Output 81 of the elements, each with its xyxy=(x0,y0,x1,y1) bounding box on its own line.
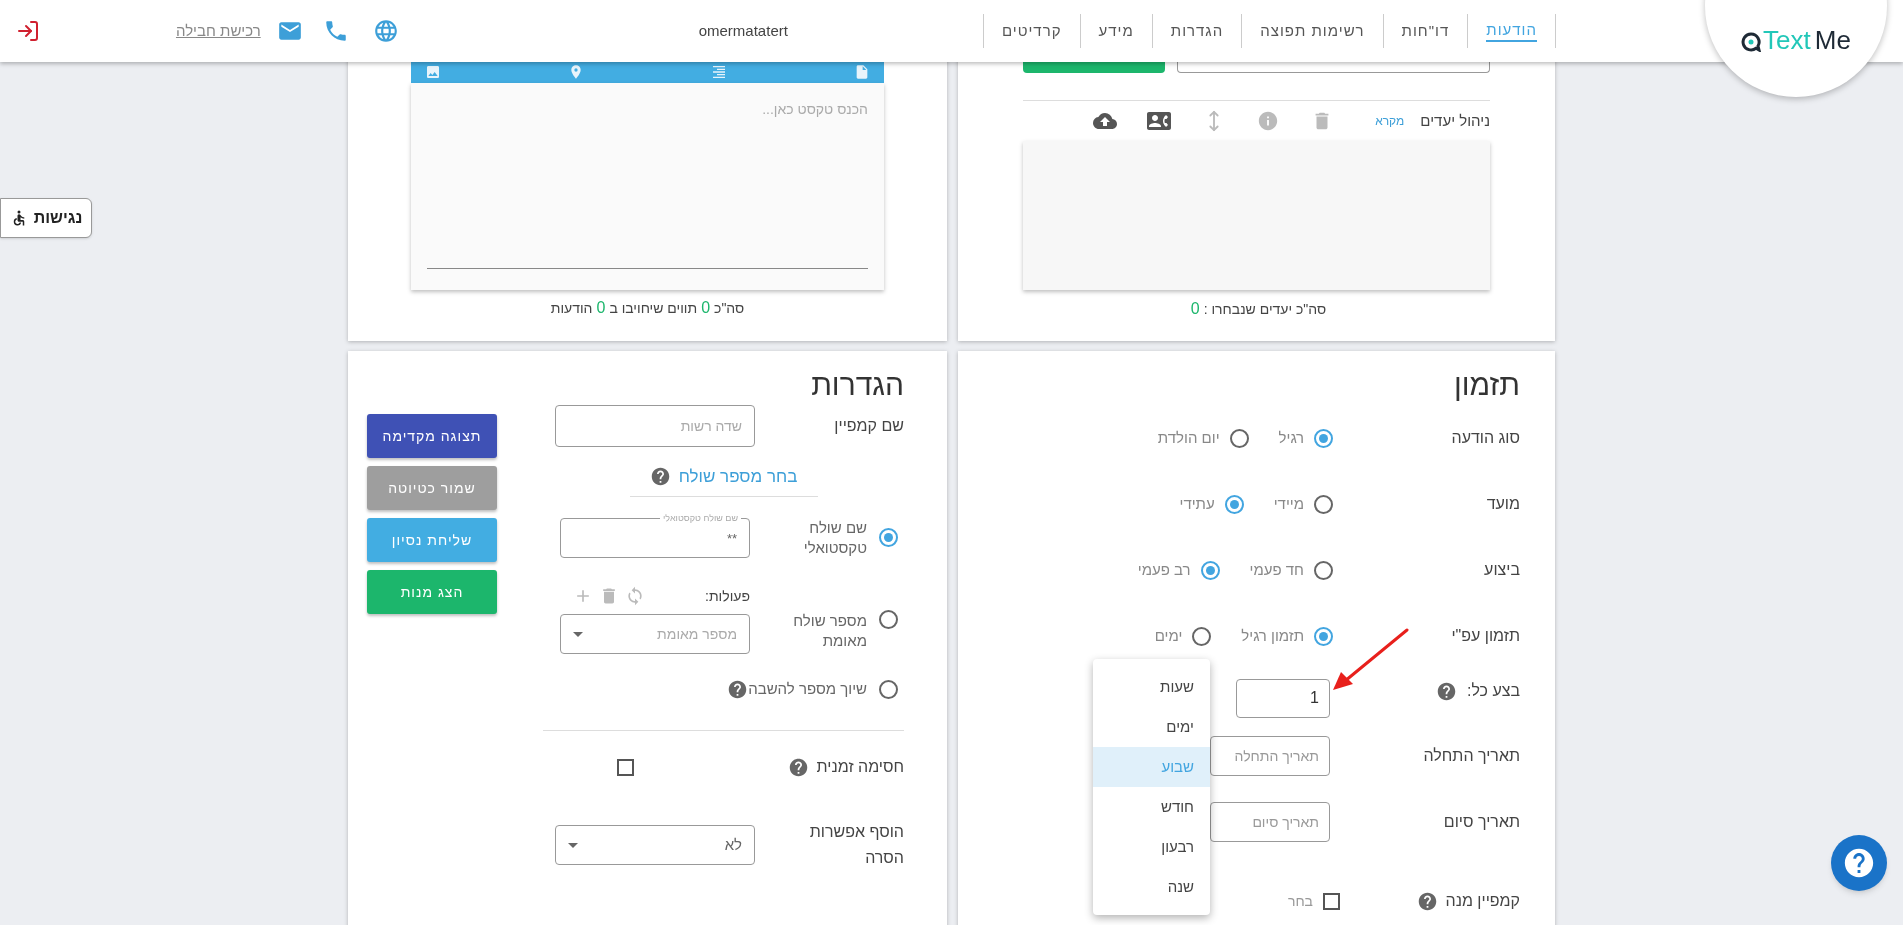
radio-label: חד פעמי xyxy=(1249,559,1304,580)
field-label: ביצוע xyxy=(1483,560,1520,580)
field-label: תאריך התחלה xyxy=(1422,746,1520,766)
field-label: סוג הודעה xyxy=(1450,428,1520,448)
recipients-label: ניהול יעדים xyxy=(1420,110,1490,131)
field-label: קמפיין מנה xyxy=(1445,891,1520,911)
logo-badge[interactable]: Text Me xyxy=(1705,0,1887,97)
caret-icon xyxy=(573,631,583,637)
field-label: מועד xyxy=(1485,494,1520,514)
help-icon[interactable] xyxy=(649,466,671,487)
radio-button[interactable] xyxy=(879,528,898,547)
help-icon[interactable] xyxy=(1435,680,1457,702)
logo-text: Text Me xyxy=(1763,25,1851,55)
field-label: הוסף אפשרות הסרה xyxy=(808,822,904,868)
removal-select[interactable]: לא xyxy=(555,825,755,865)
nav-tab[interactable]: הגדרות xyxy=(1151,14,1242,48)
field-label: בצע כל: xyxy=(1466,681,1520,701)
menu-item[interactable]: רבעון xyxy=(1093,827,1210,867)
radio-label: רגיל xyxy=(1278,427,1304,448)
globe-icon[interactable] xyxy=(372,18,399,44)
action-button[interactable] xyxy=(1023,62,1165,73)
help-icon[interactable] xyxy=(787,756,809,778)
radio-button[interactable] xyxy=(879,679,898,699)
checkbox[interactable] xyxy=(617,758,634,776)
radio-button[interactable] xyxy=(1200,560,1220,580)
radio-label: שם שולח טקסטואלי xyxy=(802,517,867,558)
number-input[interactable]: 1 xyxy=(1236,678,1330,718)
radio-label: מספר שולח מאומת xyxy=(792,611,867,651)
contact-card-icon[interactable] xyxy=(1147,109,1172,133)
radio-button[interactable] xyxy=(879,609,898,629)
radio-label: שיוך מספר להשבה xyxy=(748,678,867,699)
radio-button[interactable] xyxy=(1314,560,1333,580)
radio-button[interactable] xyxy=(1229,428,1249,448)
nav-tab[interactable]: רשימות תפוצה xyxy=(1241,14,1383,48)
menu-item[interactable]: ימים xyxy=(1093,707,1210,747)
text-field[interactable] xyxy=(1177,62,1490,73)
radio-button[interactable] xyxy=(1192,626,1212,646)
radio-button[interactable] xyxy=(1314,428,1333,448)
radio-button[interactable] xyxy=(1314,494,1333,514)
action-button[interactable]: תצוגה מקדימה xyxy=(367,414,497,458)
field-label: תאריך סיום xyxy=(1442,812,1520,832)
radio-label: תזמון רגיל xyxy=(1241,625,1304,646)
actions-label: פעולות: xyxy=(705,586,750,606)
buy-package-link[interactable]: רכישת חבילה xyxy=(175,19,261,43)
speech-bubble-icon xyxy=(1741,32,1762,52)
username: omermatatert xyxy=(698,20,788,41)
radio-label: עתידי xyxy=(1179,493,1215,514)
radio-button[interactable] xyxy=(1314,626,1333,646)
checkbox-label: בחר xyxy=(1287,891,1313,911)
image-icon[interactable] xyxy=(425,64,441,80)
accessibility-button[interactable]: נגישות xyxy=(0,198,92,238)
help-button[interactable] xyxy=(1831,835,1887,891)
radio-label: יום הולדת xyxy=(1157,427,1220,448)
logout-icon[interactable] xyxy=(16,19,40,43)
nav-tab[interactable]: מידע xyxy=(1079,14,1152,48)
file-icon[interactable] xyxy=(854,64,870,80)
radio-label: רב פעמי xyxy=(1137,559,1191,580)
panel-title: תזמון xyxy=(1452,367,1520,403)
field-label: תזמון עפ"י xyxy=(1450,626,1520,646)
radio-button[interactable] xyxy=(1224,494,1244,514)
nav-tab[interactable]: קרדיטים xyxy=(982,14,1080,48)
radio-label: מיידי xyxy=(1273,493,1304,514)
floating-label: שם שולח טקסטואלי xyxy=(660,511,741,524)
info-icon[interactable] xyxy=(1257,110,1280,132)
panel-title: הגדרות xyxy=(810,367,904,403)
help-icon xyxy=(1842,846,1876,880)
input-value: ** xyxy=(726,530,737,546)
field-label: חסימה זמנית xyxy=(816,757,904,777)
caret-icon xyxy=(568,842,578,848)
help-icon[interactable] xyxy=(727,678,749,700)
radio-label: ימים xyxy=(1154,625,1183,646)
field-label: שם קמפיין xyxy=(833,416,904,436)
pin-icon[interactable] xyxy=(568,64,584,80)
align-icon[interactable] xyxy=(711,64,727,80)
menu-item[interactable]: חודש xyxy=(1093,787,1210,827)
help-icon[interactable] xyxy=(1416,890,1438,912)
nav-tab[interactable]: דו"חות xyxy=(1382,14,1468,48)
menu-item[interactable]: שעות xyxy=(1093,667,1210,707)
checkbox[interactable] xyxy=(1323,892,1340,910)
menu-item[interactable]: שנה xyxy=(1093,867,1210,907)
editor-placeholder: הכנס טקסט כאן... xyxy=(761,100,868,119)
